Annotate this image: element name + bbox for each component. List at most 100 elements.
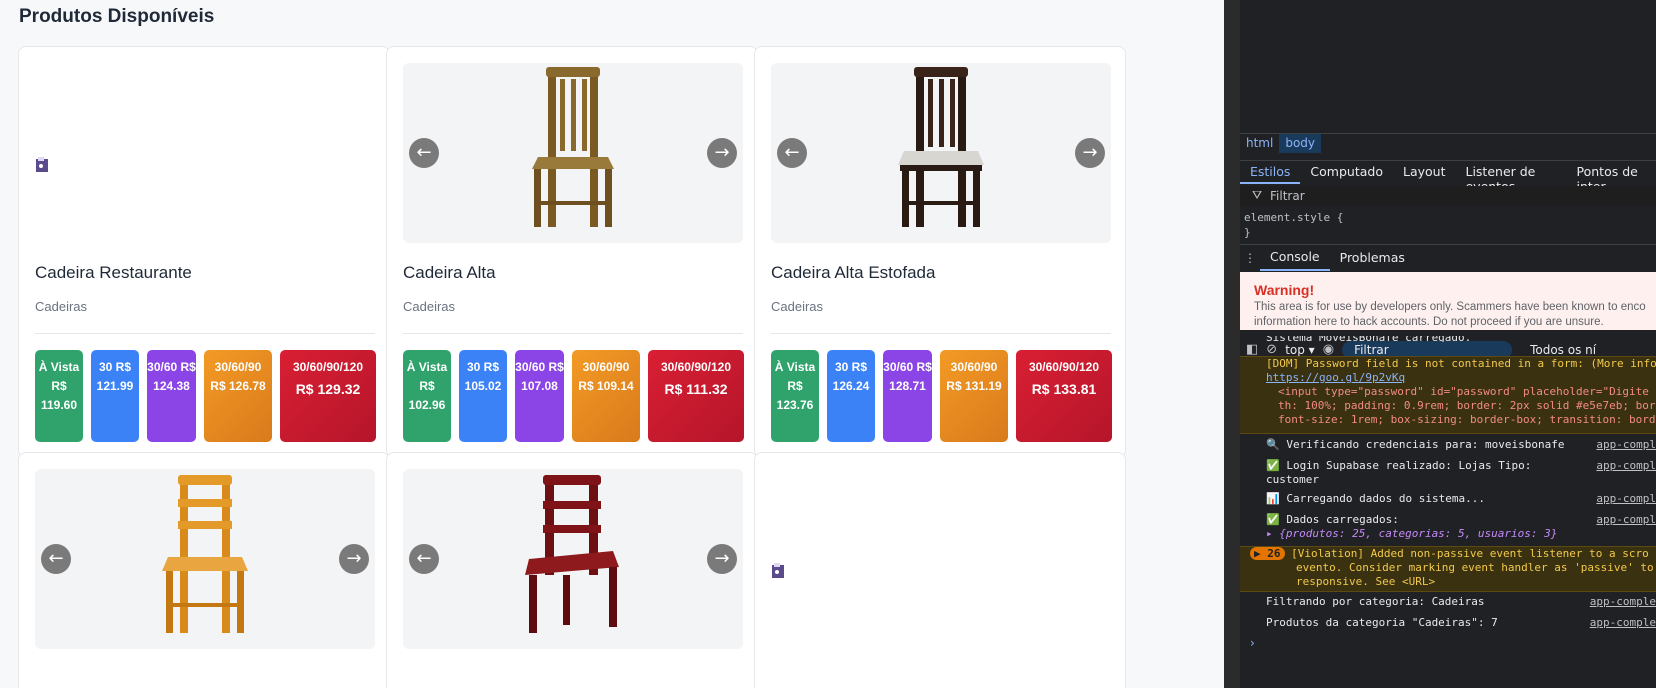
- carousel-prev-button[interactable]: ←: [409, 138, 439, 168]
- price-value: 124.38: [153, 379, 190, 393]
- clear-console-icon[interactable]: ⊘: [1266, 342, 1277, 357]
- price-30-60-90-120[interactable]: 30/60/90/120 R$ 129.32: [280, 350, 376, 442]
- source-link[interactable]: app-compl: [1596, 492, 1656, 506]
- price-vista[interactable]: À Vista R$ 123.76: [771, 350, 819, 442]
- sidebar-toggle-icon[interactable]: ◧: [1246, 342, 1258, 357]
- price-30-60[interactable]: 30/60 R$ 107.08: [515, 350, 564, 442]
- tab-event-listeners[interactable]: Listener de eventos: [1455, 161, 1566, 194]
- console-message: Sistema MoveisBonafe carregado.: [1240, 336, 1656, 342]
- tab-styles[interactable]: Estilos: [1240, 161, 1301, 184]
- console-message: Filtrando por categoria: Cadeiras app-co…: [1240, 595, 1656, 613]
- divider: [403, 333, 743, 334]
- breadcrumb-body[interactable]: body: [1279, 134, 1322, 153]
- price-30[interactable]: 30 R$ 121.99: [91, 350, 139, 442]
- price-label: 30/60/90: [582, 360, 630, 374]
- source-link[interactable]: app-comple: [1590, 616, 1656, 630]
- console-message: 📊 Carregando dados do sistema... app-com…: [1240, 492, 1656, 510]
- source-link[interactable]: app-compl: [1596, 513, 1656, 527]
- chair-yellow-image: [162, 475, 248, 633]
- price-label: À Vista R$: [774, 360, 816, 393]
- price-30[interactable]: 30 R$ 126.24: [827, 350, 875, 442]
- product-card: Cadeira Restaurante Cadeiras À Vista R$ 1…: [18, 46, 390, 458]
- console-message: ✅ Login Supabase realizado: Lojas Tipo: …: [1240, 459, 1656, 489]
- chair-dark-image: [898, 67, 984, 227]
- price-value: R$ 129.32: [295, 381, 361, 397]
- devtools-splitter[interactable]: [1224, 0, 1240, 688]
- product-card: ← → Cadeira Alta Estofada Cadeiras À Vis…: [754, 46, 1126, 458]
- message-text: 🔍 Verificando credenciais para: moveisbo…: [1266, 438, 1565, 451]
- object-preview[interactable]: ▸ {produtos: 25, categorias: 5, usuarios…: [1266, 527, 1656, 541]
- breadcrumb-html[interactable]: html: [1240, 134, 1279, 153]
- price-label: 30 R$: [466, 360, 500, 374]
- tab-computed[interactable]: Computado: [1300, 161, 1393, 184]
- repeat-count: 26: [1267, 547, 1281, 560]
- styles-tab-bar: Estilos Computado Layout Listener de eve…: [1240, 160, 1656, 194]
- source-link[interactable]: app-comple: [1590, 595, 1656, 609]
- price-value: 123.76: [776, 398, 814, 412]
- source-link[interactable]: app-compl: [1596, 459, 1656, 473]
- tab-problems[interactable]: Problemas: [1330, 246, 1415, 270]
- console-prompt[interactable]: ›: [1250, 636, 1255, 650]
- element-style-open: element.style {: [1244, 211, 1344, 224]
- price-value: R$ 131.19: [946, 379, 1002, 393]
- more-menu-icon[interactable]: ⋮: [1240, 251, 1260, 265]
- price-label: 30/60/90/120: [1028, 360, 1100, 374]
- price-30-60-90-120[interactable]: 30/60/90/120 R$ 133.81: [1016, 350, 1112, 442]
- price-label: 30/60 R$: [883, 360, 932, 374]
- console-drawer-tabs: ⋮ Console Problemas: [1240, 244, 1656, 271]
- tab-layout[interactable]: Layout: [1393, 161, 1456, 184]
- carousel-prev-button[interactable]: ←: [409, 544, 439, 574]
- eye-icon[interactable]: ◉: [1323, 342, 1334, 357]
- carousel-next-button[interactable]: →: [707, 544, 737, 574]
- price-30-60-90[interactable]: 30/60/90 R$ 131.19: [940, 350, 1008, 442]
- price-30[interactable]: 30 R$ 105.02: [459, 350, 507, 442]
- carousel-prev-button[interactable]: ←: [777, 138, 807, 168]
- element-snippet[interactable]: <input type="password" id="password" pla…: [1266, 385, 1656, 399]
- product-catalog-page: Produtos Disponíveis Cadeira Restaurante…: [0, 0, 1224, 688]
- more-info-link[interactable]: https://goo.gl/9p2vKq: [1266, 371, 1656, 385]
- console-message: 🔍 Verificando credenciais para: moveisbo…: [1240, 438, 1656, 456]
- product-gallery: ← →: [35, 469, 375, 649]
- price-30-60-90-120[interactable]: 30/60/90/120 R$ 111.32: [648, 350, 744, 442]
- price-value: 105.02: [464, 379, 502, 393]
- price-options: À Vista R$ 119.60 30 R$ 121.99 30/60 R$ 124…: [35, 350, 376, 442]
- context-selector[interactable]: top ▾: [1285, 343, 1315, 357]
- console-message: ✅ Dados carregados: ▸ {produtos: 25, cat…: [1240, 513, 1656, 543]
- carousel-next-button[interactable]: →: [339, 544, 369, 574]
- filter-placeholder: Filtrar: [1270, 189, 1305, 203]
- price-30-60-90[interactable]: 30/60/90 R$ 126.78: [204, 350, 272, 442]
- product-name: Cadeira Restaurante: [35, 263, 192, 282]
- price-30-60[interactable]: 30/60 R$ 128.71: [883, 350, 932, 442]
- price-value: R$ 126.78: [210, 379, 266, 393]
- tab-console[interactable]: Console: [1260, 245, 1330, 271]
- tab-breakpoints[interactable]: Pontos de inter: [1567, 161, 1656, 194]
- product-gallery: [35, 63, 375, 243]
- price-label: À Vista R$: [406, 360, 448, 393]
- source-link[interactable]: app-compl: [1596, 438, 1656, 452]
- product-name: Cadeira Alta: [403, 263, 496, 282]
- element-snippet: th: 100%; padding: 0.9rem; border: 2px s…: [1278, 399, 1656, 412]
- devtools-panel: html body Estilos Computado Layout Liste…: [1224, 0, 1656, 688]
- price-label: 30 R$: [98, 360, 132, 374]
- element-style-rule[interactable]: element.style { }: [1240, 210, 1656, 240]
- warning-title: Warning!: [1254, 282, 1315, 298]
- styles-filter-input[interactable]: ⛛ Filtrar: [1240, 186, 1656, 206]
- product-card: [754, 452, 1126, 688]
- carousel-next-button[interactable]: →: [707, 138, 737, 168]
- chair-red-image: [525, 475, 619, 633]
- product-gallery: ← →: [771, 63, 1111, 243]
- carousel-next-button[interactable]: →: [1075, 138, 1105, 168]
- divider: [771, 333, 1111, 334]
- price-label: 30/60/90: [950, 360, 998, 374]
- price-30-60-90[interactable]: 30/60/90 R$ 109.14: [572, 350, 640, 442]
- price-value: R$ 111.32: [664, 381, 728, 397]
- price-30-60[interactable]: 30/60 R$ 124.38: [147, 350, 196, 442]
- price-value: 128.71: [889, 379, 926, 393]
- price-vista[interactable]: À Vista R$ 119.60: [35, 350, 83, 442]
- price-vista[interactable]: À Vista R$ 102.96: [403, 350, 451, 442]
- self-xss-warning: Warning! This area is for use by develop…: [1240, 272, 1656, 330]
- breadcrumb: html body: [1240, 133, 1656, 153]
- console-message: Produtos da categoria "Cadeiras": 7 app-…: [1240, 616, 1656, 634]
- carousel-prev-button[interactable]: ←: [41, 544, 71, 574]
- log-levels-dropdown[interactable]: Todos os ní: [1530, 343, 1596, 357]
